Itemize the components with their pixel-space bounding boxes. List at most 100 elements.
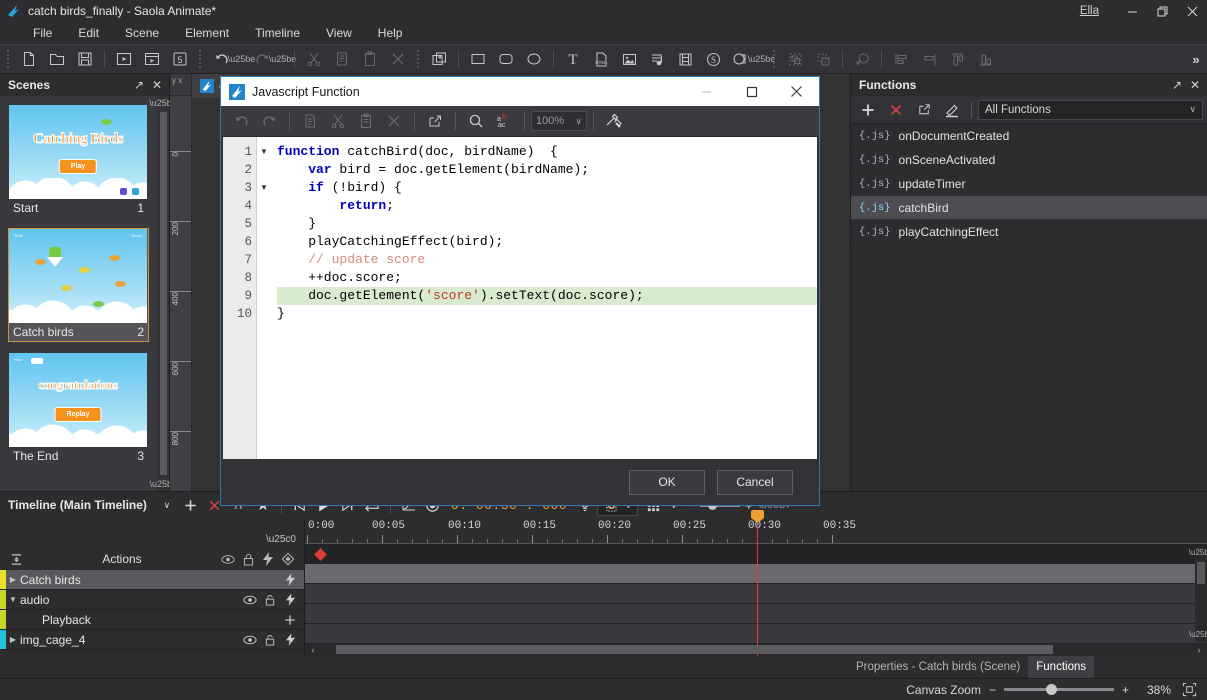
- cancel-button[interactable]: Cancel: [717, 469, 793, 495]
- symbol-icon[interactable]: S: [699, 46, 727, 72]
- new-document-icon[interactable]: [15, 46, 43, 72]
- lock-icon[interactable]: [262, 594, 278, 606]
- dialog-minimize-button[interactable]: [684, 77, 729, 106]
- track-expand-icon[interactable]: ▶: [6, 575, 20, 584]
- menu-edit[interactable]: Edit: [65, 24, 112, 42]
- settings-icon[interactable]: [600, 109, 628, 134]
- fit-to-window-icon[interactable]: [1179, 681, 1199, 699]
- scene-thumbnail[interactable]: Catching Birds Play: [9, 105, 147, 199]
- timeline-lane[interactable]: [305, 563, 1207, 584]
- timeline-vertical-scrollbar[interactable]: \u25b2 \u25bc: [1189, 548, 1207, 642]
- function-item-ondocumentcreated[interactable]: {.js} onDocumentCreated: [851, 124, 1207, 148]
- preview-in-browser-icon[interactable]: [138, 46, 166, 72]
- toolbar-grip-4[interactable]: [771, 48, 778, 70]
- function-item-catchbird[interactable]: {.js} catchBird: [851, 196, 1207, 220]
- timeline-collapse-arrow-icon[interactable]: \u25c0: [266, 534, 296, 545]
- scene-thumbnail[interactable]: Time Score: [9, 229, 147, 323]
- float-panel-icon[interactable]: ↗: [1169, 77, 1185, 93]
- scrollbar-thumb[interactable]: [336, 645, 1054, 655]
- rectangle-icon[interactable]: [464, 46, 492, 72]
- open-folder-icon[interactable]: [43, 46, 71, 72]
- playhead[interactable]: [751, 510, 764, 656]
- save-icon[interactable]: [71, 46, 99, 72]
- function-item-playcatchingeffect[interactable]: {.js} playCatchingEffect: [851, 220, 1207, 244]
- scrollbar-thumb[interactable]: [1197, 562, 1205, 584]
- timeline-keyframe-row[interactable]: [305, 544, 1207, 564]
- text-icon[interactable]: T: [559, 46, 587, 72]
- add-function-icon[interactable]: [855, 99, 881, 121]
- maximize-restore-button[interactable]: [1147, 0, 1177, 22]
- function-filter-dropdown[interactable]: All Functions ∨: [978, 99, 1203, 120]
- timeline-lane[interactable]: [305, 623, 1207, 644]
- html-widget-icon[interactable]: HTML: [587, 46, 615, 72]
- lock-icon[interactable]: [238, 553, 258, 566]
- ellipse-icon[interactable]: [520, 46, 548, 72]
- canvas-zoom-slider[interactable]: [1003, 684, 1114, 695]
- timeline-lane[interactable]: [305, 603, 1207, 624]
- toolbar-grip[interactable]: [5, 48, 12, 70]
- tab-properties[interactable]: Properties - Catch birds (Scene): [848, 656, 1028, 678]
- close-panel-icon[interactable]: ✕: [149, 77, 165, 93]
- audio-icon[interactable]: [643, 46, 671, 72]
- rounded-rectangle-icon[interactable]: [492, 46, 520, 72]
- canvas-zoom-out-button[interactable]: −: [989, 683, 996, 697]
- spellcheck-icon[interactable]: a b ac: [490, 109, 518, 134]
- duplicate-icon[interactable]: [425, 46, 453, 72]
- menu-element[interactable]: Element: [172, 24, 242, 42]
- scroll-left-icon[interactable]: ‹: [307, 645, 319, 655]
- toolbar-grip-3[interactable]: [415, 48, 422, 70]
- image-icon[interactable]: [615, 46, 643, 72]
- user-account-link[interactable]: Ella: [1080, 5, 1099, 17]
- dialog-zoom-dropdown[interactable]: 100% ∨: [531, 111, 587, 131]
- code-editor[interactable]: 1 2 3 4 5 6 7 8 9 10 ▼ ▼ function catchB…: [223, 137, 817, 459]
- lock-icon[interactable]: [262, 634, 278, 646]
- track-header-img-cage-4[interactable]: ▶ img_cage_4: [0, 630, 304, 650]
- fold-toggle-icon[interactable]: ▼: [257, 179, 271, 197]
- close-panel-icon[interactable]: ✕: [1187, 77, 1203, 93]
- scene-item-catch-birds[interactable]: Time Score Catch birds 2: [8, 228, 149, 342]
- keyframe-marker[interactable]: [314, 548, 327, 562]
- search-icon[interactable]: [462, 109, 490, 134]
- visibility-icon[interactable]: [218, 554, 238, 565]
- keyframe-icon[interactable]: [278, 553, 298, 565]
- function-item-onsceneactivated[interactable]: {.js} onSceneActivated: [851, 148, 1207, 172]
- edit-function-icon[interactable]: [939, 99, 965, 121]
- canvas-zoom-in-button[interactable]: +: [1122, 683, 1129, 697]
- timeline-lanes[interactable]: [305, 563, 1207, 644]
- scrollbar-thumb[interactable]: [159, 112, 167, 475]
- visibility-icon[interactable]: [242, 635, 258, 645]
- float-panel-icon[interactable]: ↗: [131, 77, 147, 93]
- menu-timeline[interactable]: Timeline: [242, 24, 313, 42]
- track-expand-icon[interactable]: ▶: [6, 635, 20, 644]
- scene-thumbnail[interactable]: congratulations Replay Your:: [9, 353, 147, 447]
- add-timeline-icon[interactable]: [179, 494, 203, 516]
- action-icon[interactable]: [282, 573, 298, 586]
- html5-export-icon[interactable]: 5: [166, 46, 194, 72]
- code-text-area[interactable]: function catchBird(doc, birdName) { var …: [271, 137, 817, 459]
- track-header-audio[interactable]: ▼ audio: [0, 590, 304, 610]
- action-icon[interactable]: [282, 593, 298, 606]
- scroll-up-icon[interactable]: \u25b2: [1189, 548, 1207, 560]
- scroll-right-icon[interactable]: ›: [1193, 645, 1205, 655]
- track-header-catch-birds[interactable]: ▶ Catch birds: [0, 570, 304, 590]
- menu-file[interactable]: File: [20, 24, 65, 42]
- timeline-horizontal-scrollbar[interactable]: ‹ ›: [305, 643, 1207, 657]
- open-external-icon[interactable]: [421, 109, 449, 134]
- collapse-all-icon[interactable]: [6, 553, 26, 566]
- action-icon[interactable]: [282, 633, 298, 646]
- menu-view[interactable]: View: [313, 24, 365, 42]
- vertical-ruler[interactable]: 0 200 400 600 800: [170, 96, 191, 491]
- scene-item-start[interactable]: Catching Birds Play Start 1: [8, 104, 149, 218]
- undo-dropdown-icon[interactable]: \u25be: [228, 46, 256, 72]
- tab-functions[interactable]: Functions: [1028, 656, 1095, 678]
- dialog-maximize-button[interactable]: [729, 77, 774, 106]
- timeline-lane[interactable]: [305, 583, 1207, 604]
- open-external-icon[interactable]: [911, 99, 937, 121]
- action-icon[interactable]: [258, 552, 278, 566]
- menu-scene[interactable]: Scene: [112, 24, 172, 42]
- toolbar-grip-2[interactable]: [197, 48, 204, 70]
- video-icon[interactable]: [671, 46, 699, 72]
- scroll-down-icon[interactable]: \u25bc: [1189, 630, 1207, 642]
- toolbar-overflow-button[interactable]: »: [1185, 46, 1207, 72]
- fold-toggle-icon[interactable]: ▼: [257, 143, 271, 161]
